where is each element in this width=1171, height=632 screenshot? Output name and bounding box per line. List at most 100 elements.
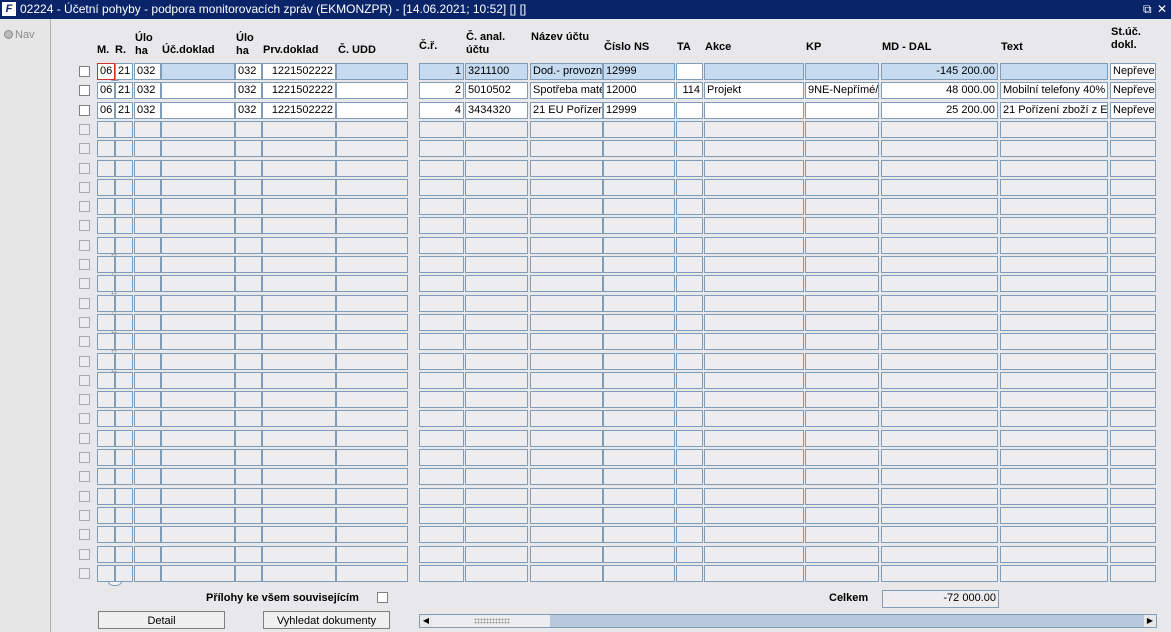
empty-cell[interactable] (134, 565, 161, 582)
empty-cell[interactable] (676, 468, 703, 485)
cell-uloha1[interactable]: 032 (134, 82, 161, 99)
empty-cell[interactable] (336, 468, 408, 485)
empty-cell[interactable] (419, 507, 464, 524)
empty-cell[interactable] (530, 179, 603, 196)
empty-cell[interactable] (704, 430, 804, 447)
empty-cell[interactable] (530, 449, 603, 466)
empty-cell[interactable] (805, 140, 879, 157)
empty-cell[interactable] (805, 198, 879, 215)
empty-cell[interactable] (161, 565, 235, 582)
empty-cell[interactable] (134, 430, 161, 447)
empty-cell[interactable] (704, 353, 804, 370)
empty-cell[interactable] (704, 565, 804, 582)
empty-cell[interactable] (161, 410, 235, 427)
empty-cell[interactable] (1110, 410, 1156, 427)
row-checkbox[interactable] (79, 85, 90, 96)
empty-cell[interactable] (676, 198, 703, 215)
empty-cell[interactable] (603, 198, 675, 215)
empty-cell[interactable] (704, 410, 804, 427)
cell-ucdoklad[interactable] (161, 82, 235, 99)
cell-cr[interactable]: 2 (419, 82, 464, 99)
empty-cell[interactable] (419, 372, 464, 389)
empty-cell[interactable] (134, 295, 161, 312)
row-checkbox[interactable] (79, 452, 90, 463)
row-checkbox[interactable] (79, 201, 90, 212)
empty-cell[interactable] (465, 314, 528, 331)
empty-cell[interactable] (805, 565, 879, 582)
empty-cell[interactable] (419, 256, 464, 273)
empty-cell[interactable] (134, 526, 161, 543)
empty-cell[interactable] (235, 410, 262, 427)
empty-cell[interactable] (1000, 295, 1108, 312)
cell-akce[interactable] (704, 63, 804, 80)
empty-cell[interactable] (1000, 526, 1108, 543)
empty-cell[interactable] (704, 391, 804, 408)
empty-cell[interactable] (235, 430, 262, 447)
empty-cell[interactable] (805, 275, 879, 292)
cell-cudd[interactable] (336, 102, 408, 119)
empty-cell[interactable] (676, 333, 703, 350)
empty-cell[interactable] (465, 449, 528, 466)
empty-cell[interactable] (262, 507, 336, 524)
empty-cell[interactable] (134, 449, 161, 466)
row-checkbox[interactable] (79, 240, 90, 251)
empty-cell[interactable] (530, 333, 603, 350)
cell-ucdoklad[interactable] (161, 102, 235, 119)
empty-cell[interactable] (97, 488, 115, 505)
empty-cell[interactable] (603, 468, 675, 485)
empty-cell[interactable] (805, 314, 879, 331)
empty-cell[interactable] (161, 198, 235, 215)
cell-cislons[interactable]: 12999 (603, 63, 675, 80)
cell-ta[interactable]: 114 (676, 82, 703, 99)
empty-cell[interactable] (676, 565, 703, 582)
empty-cell[interactable] (97, 160, 115, 177)
cell-kp[interactable]: 9NE-Nepřímé/Neuznatelné (805, 82, 879, 99)
empty-cell[interactable] (419, 237, 464, 254)
empty-cell[interactable] (530, 198, 603, 215)
detail-button[interactable]: Detail (98, 611, 225, 629)
hscroll-thumb[interactable] (550, 615, 1156, 627)
empty-cell[interactable] (1110, 217, 1156, 234)
empty-cell[interactable] (881, 372, 998, 389)
empty-cell[interactable] (603, 160, 675, 177)
empty-cell[interactable] (97, 449, 115, 466)
empty-cell[interactable] (805, 217, 879, 234)
cell-kp[interactable] (805, 63, 879, 80)
empty-cell[interactable] (97, 217, 115, 234)
empty-cell[interactable] (97, 526, 115, 543)
empty-cell[interactable] (115, 333, 133, 350)
empty-cell[interactable] (881, 217, 998, 234)
empty-cell[interactable] (530, 314, 603, 331)
empty-cell[interactable] (235, 275, 262, 292)
empty-cell[interactable] (262, 314, 336, 331)
empty-cell[interactable] (262, 410, 336, 427)
empty-cell[interactable] (161, 333, 235, 350)
cell-cr[interactable]: 4 (419, 102, 464, 119)
empty-cell[interactable] (530, 565, 603, 582)
empty-cell[interactable] (161, 353, 235, 370)
empty-cell[interactable] (805, 526, 879, 543)
empty-cell[interactable] (676, 160, 703, 177)
empty-cell[interactable] (465, 372, 528, 389)
empty-cell[interactable] (419, 295, 464, 312)
empty-cell[interactable] (336, 430, 408, 447)
empty-cell[interactable] (465, 410, 528, 427)
empty-cell[interactable] (419, 160, 464, 177)
cell-cudd[interactable] (336, 82, 408, 99)
empty-cell[interactable] (97, 275, 115, 292)
cell-text[interactable]: 21 Pořízení zboží z EU (1000, 102, 1108, 119)
empty-cell[interactable] (881, 353, 998, 370)
empty-cell[interactable] (336, 217, 408, 234)
empty-cell[interactable] (336, 391, 408, 408)
empty-cell[interactable] (97, 507, 115, 524)
empty-cell[interactable] (262, 275, 336, 292)
empty-cell[interactable] (1110, 333, 1156, 350)
empty-cell[interactable] (235, 468, 262, 485)
cell-prvdoklad[interactable]: 1221502222 (262, 63, 336, 80)
cell-stuc[interactable]: Nepřevedeno (1110, 63, 1156, 80)
empty-cell[interactable] (235, 488, 262, 505)
empty-cell[interactable] (1110, 198, 1156, 215)
empty-cell[interactable] (262, 160, 336, 177)
cell-m[interactable]: 06 (97, 102, 115, 119)
empty-cell[interactable] (676, 140, 703, 157)
